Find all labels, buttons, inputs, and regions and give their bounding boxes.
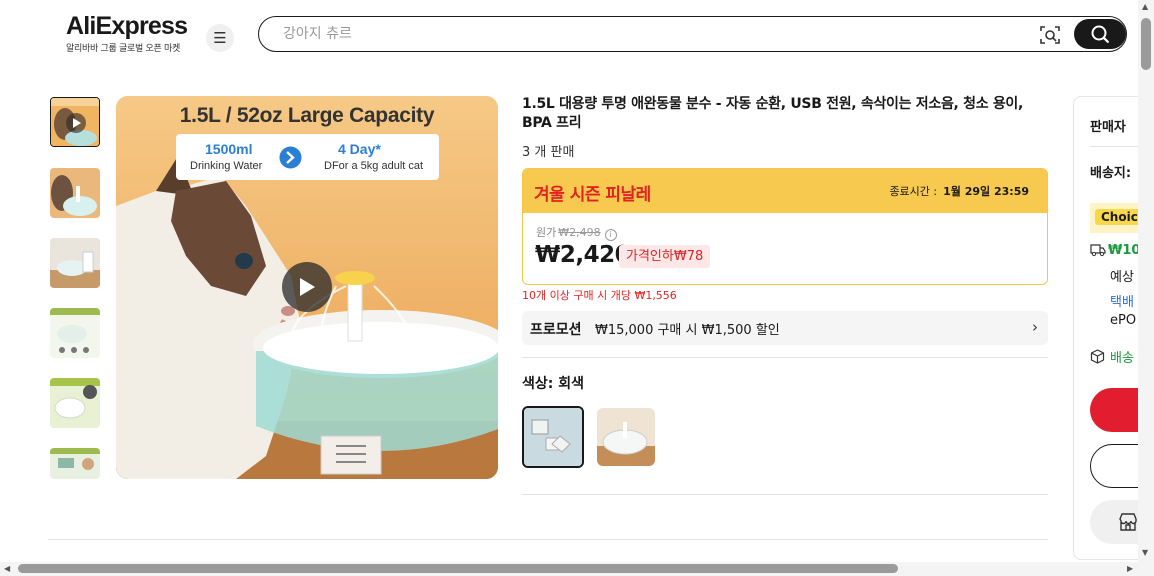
- spec-duration-value: 4 Day*: [338, 141, 381, 157]
- sale-header: 겨울 시즌 피날레 종료시간 : 1월 29일 23:59: [523, 169, 1047, 213]
- vertical-scrollbar[interactable]: ▲ ▼: [1138, 0, 1154, 562]
- ship-to-label[interactable]: 배송지:: [1090, 162, 1131, 181]
- gallery-thumbnail[interactable]: [50, 378, 100, 428]
- chevron-right-icon: ›: [1032, 318, 1038, 336]
- color-swatch-gray[interactable]: [522, 406, 584, 468]
- spec-volume-label: Drinking Water: [190, 160, 263, 172]
- delivery-estimate: 예상: [1110, 270, 1134, 285]
- search-bar: [258, 16, 1127, 52]
- gallery-thumbnail[interactable]: [50, 448, 100, 479]
- vertical-scroll-thumb[interactable]: [1141, 18, 1151, 70]
- scroll-down-icon[interactable]: ▼: [1142, 548, 1148, 557]
- sale-end-value: 1월 29일 23:59: [943, 185, 1029, 198]
- color-swatch-clear[interactable]: [597, 408, 655, 466]
- store-icon: [1119, 513, 1137, 531]
- horizontal-scroll-thumb[interactable]: [18, 564, 898, 573]
- seller-label: 판매자: [1090, 120, 1126, 135]
- horizontal-scrollbar[interactable]: ◀ ▶: [0, 562, 1154, 576]
- spec-duration-label: DFor a 5kg adult cat: [324, 160, 424, 172]
- aliexpress-logo[interactable]: AliExpress 알리바바 그룹 글로벌 오픈 마켓: [66, 12, 188, 54]
- image-headline: 1.5L / 52oz Large Capacity: [179, 104, 435, 127]
- scroll-right-icon[interactable]: ▶: [1127, 564, 1133, 573]
- scroll-left-icon[interactable]: ◀: [4, 564, 10, 573]
- video-play-button[interactable]: [282, 262, 332, 312]
- original-price-label: 원가: [536, 226, 557, 239]
- play-icon: [300, 278, 315, 296]
- divider: [522, 494, 1048, 495]
- gallery-thumbnail[interactable]: [50, 168, 100, 218]
- sold-count: 3 개 판매: [522, 145, 575, 160]
- package-icon: [1090, 349, 1105, 364]
- search-icon: [1091, 25, 1109, 43]
- discount-badge: 가격인하₩78: [619, 245, 711, 268]
- bulk-discount-note: 10개 이상 구매 시 개당 ₩1,556: [522, 289, 677, 302]
- delivery-guarantee: 배송: [1110, 351, 1134, 366]
- color-selector-label: 색상: 회색: [522, 376, 584, 392]
- divider: [522, 357, 1048, 358]
- scroll-up-icon[interactable]: ▲: [1142, 2, 1148, 11]
- logo-text: AliExpress: [66, 12, 188, 40]
- current-price: ₩2,420: [535, 242, 631, 268]
- promotion-text: ₩15,000 구매 시 ₩1,500 할인: [595, 323, 780, 338]
- gallery-thumbnail[interactable]: [50, 308, 100, 358]
- info-icon[interactable]: i: [604, 229, 617, 241]
- hamburger-icon: ☰: [213, 29, 227, 47]
- spec-volume-value: 1500ml: [205, 141, 253, 157]
- main-product-image[interactable]: 1.5L / 52oz Large Capacity 1500ml Drinki…: [116, 96, 498, 479]
- product-title: 1.5L 대용량 투명 애완동물 분수 - 자동 순환, USB 전원, 속삭이…: [522, 96, 1024, 131]
- original-price-row: 원가 ₩2,498 i: [536, 224, 617, 241]
- epost-label: ePO: [1110, 313, 1137, 328]
- sale-banner: 겨울 시즌 피날레 종료시간 : 1월 29일 23:59 원가 ₩2,498 i ₩…: [522, 168, 1048, 285]
- search-button[interactable]: [1074, 19, 1126, 49]
- truck-icon: [1090, 244, 1106, 257]
- product-page: AliExpress 알리바바 그룹 글로벌 오픈 마켓 ☰ 강아지 츄르 1.…: [0, 0, 1154, 576]
- gallery-thumbnail-video[interactable]: [50, 97, 100, 147]
- courier-label: 택배: [1110, 295, 1134, 310]
- sale-end-label: 종료시간 :: [889, 185, 938, 198]
- search-input[interactable]: [283, 24, 983, 44]
- original-price: ₩2,498: [558, 226, 601, 239]
- sale-name: 겨울 시즌 피날레: [534, 185, 651, 205]
- promotion-row[interactable]: 프로모션 ₩15,000 구매 시 ₩1,500 할인 ›: [522, 311, 1048, 345]
- sale-end-time: 종료시간 : 1월 29일 23:59: [889, 183, 1029, 199]
- divider: [48, 539, 1048, 540]
- logo-subtitle: 알리바바 그룹 글로벌 오픈 마켓: [66, 44, 180, 54]
- arrow-right-circle-icon: [279, 146, 302, 169]
- gallery-thumbnail[interactable]: [50, 238, 100, 288]
- hamburger-menu-button[interactable]: ☰: [206, 24, 234, 52]
- camera-search-icon[interactable]: [1039, 24, 1061, 46]
- promotion-label: 프로모션: [530, 322, 582, 338]
- spec-box: 1500ml Drinking Water 4 Day* DFor a 5kg …: [176, 134, 439, 180]
